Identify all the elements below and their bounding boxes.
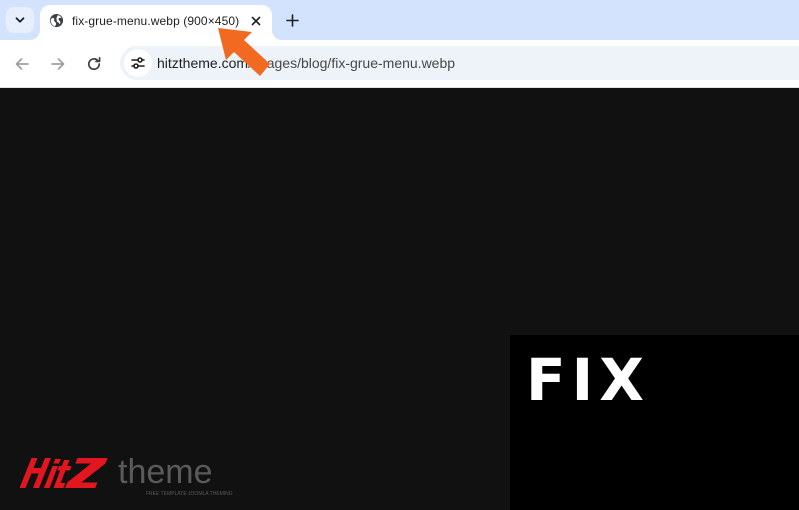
browser-toolbar: hitztheme.com/images/blog/fix-grue-menu.… bbox=[0, 40, 799, 88]
image-fix-text: FIX bbox=[526, 346, 650, 414]
reload-icon bbox=[87, 56, 101, 71]
reload-button[interactable] bbox=[82, 52, 106, 76]
url-text: hitztheme.com/images/blog/fix-grue-menu.… bbox=[157, 55, 455, 71]
site-info-button[interactable] bbox=[124, 49, 152, 77]
logo-wordmark: theme bbox=[118, 453, 213, 491]
image-viewer: FIX theme FREE TEMPLATE JOOMLA THEMING bbox=[0, 88, 799, 510]
image-fix-panel: FIX bbox=[510, 335, 799, 510]
plus-icon bbox=[285, 13, 299, 27]
annotation-arrow-icon bbox=[218, 28, 270, 76]
tab-strip: fix-grue-menu.webp (900×450) bbox=[0, 0, 799, 40]
hitztheme-logo: theme FREE TEMPLATE JOOMLA THEMING bbox=[20, 453, 233, 497]
arrow-right-icon bbox=[51, 58, 65, 70]
chevron-down-icon bbox=[15, 17, 25, 23]
back-button[interactable] bbox=[10, 52, 34, 76]
logo-tagline: FREE TEMPLATE JOOMLA THEMING bbox=[146, 491, 233, 497]
forward-button[interactable] bbox=[46, 52, 70, 76]
arrow-left-icon bbox=[15, 58, 29, 70]
tune-icon bbox=[131, 57, 145, 69]
url-path: /images/blog/fix-grue-menu.webp bbox=[248, 55, 456, 71]
globe-icon bbox=[49, 13, 64, 28]
new-tab-button[interactable] bbox=[281, 9, 303, 31]
